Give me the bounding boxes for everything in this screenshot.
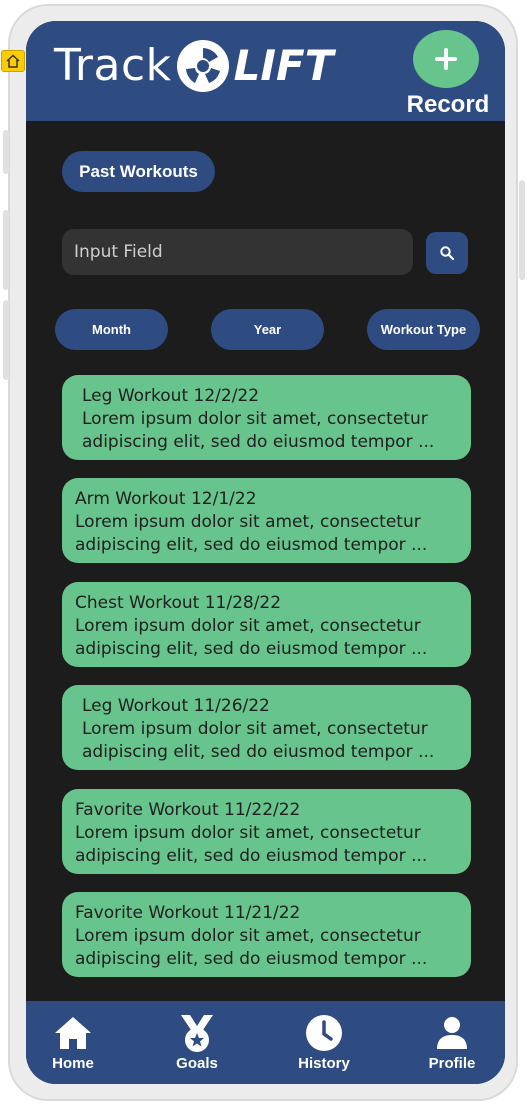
nav-label-history: History xyxy=(298,1055,350,1072)
clock-icon xyxy=(306,1015,342,1051)
workout-summary-line: adipiscing elit, sed do eiusmod tempor .… xyxy=(75,846,428,866)
logo-text-track: Track xyxy=(54,40,172,91)
search-icon xyxy=(440,246,455,261)
nav-label-goals: Goals xyxy=(176,1055,218,1072)
filter-year-button[interactable]: Year xyxy=(211,309,324,350)
workout-card[interactable]: Favorite Workout 11/21/22 Lorem ipsum do… xyxy=(62,892,471,977)
filter-month-button[interactable]: Month xyxy=(55,309,168,350)
logo-text-lift: LIFT xyxy=(233,41,334,90)
nav-item-home[interactable]: Home xyxy=(28,1013,118,1072)
search-input[interactable]: Input Field xyxy=(62,229,413,275)
workout-card[interactable]: Leg Workout 12/2/22 Lorem ipsum dolor si… xyxy=(62,375,471,460)
workout-title: Favorite Workout 11/21/22 xyxy=(75,903,301,923)
past-workouts-chip[interactable]: Past Workouts xyxy=(62,151,215,192)
medal-icon xyxy=(181,1015,213,1052)
bottom-nav: Home Goals History Profile xyxy=(26,1001,505,1084)
record-button[interactable] xyxy=(413,30,479,88)
nav-label-profile: Profile xyxy=(428,1055,476,1072)
workout-card[interactable]: Chest Workout 11/28/22 Lorem ipsum dolor… xyxy=(62,582,471,667)
workout-summary-line: Lorem ipsum dolor sit amet, consectetur xyxy=(75,823,421,843)
workout-summary-line: adipiscing elit, sed do eiusmod tempor .… xyxy=(75,535,428,555)
phone-side-button xyxy=(3,300,9,380)
phone-side-button xyxy=(519,180,525,280)
search-button[interactable] xyxy=(426,232,468,274)
workout-summary-line: Lorem ipsum dolor sit amet, consectetur xyxy=(75,512,421,532)
plus-icon xyxy=(435,48,457,70)
workout-title: Chest Workout 11/28/22 xyxy=(75,593,282,613)
workout-card[interactable]: Arm Workout 12/1/22 Lorem ipsum dolor si… xyxy=(62,478,471,563)
workout-title: Leg Workout 11/26/22 xyxy=(82,696,270,716)
nav-label-home: Home xyxy=(52,1055,94,1072)
workout-summary-line: Lorem ipsum dolor sit amet, consectetur xyxy=(82,719,428,739)
nav-item-profile[interactable]: Profile xyxy=(407,1013,497,1072)
workout-summary-line: adipiscing elit, sed do eiusmod tempor .… xyxy=(82,432,435,452)
filter-workout-type-button[interactable]: Workout Type xyxy=(367,309,480,350)
workout-summary-line: Lorem ipsum dolor sit amet, consectetur xyxy=(75,926,421,946)
workout-summary-line: Lorem ipsum dolor sit amet, consectetur xyxy=(82,409,428,429)
record-label[interactable]: Record xyxy=(398,91,498,119)
phone-side-button xyxy=(3,130,9,174)
nav-item-history[interactable]: History xyxy=(279,1013,369,1072)
app-screen: Track LIFT Record Past Workouts Input Fi… xyxy=(26,21,505,1084)
workout-summary-line: Lorem ipsum dolor sit amet, consectetur xyxy=(75,616,421,636)
user-icon xyxy=(437,1017,467,1049)
workout-title: Leg Workout 12/2/22 xyxy=(82,386,260,406)
workout-card[interactable]: Favorite Workout 11/22/22 Lorem ipsum do… xyxy=(62,789,471,874)
workout-card[interactable]: Leg Workout 11/26/22 Lorem ipsum dolor s… xyxy=(62,685,471,770)
home-icon xyxy=(55,1017,91,1049)
overlay-home-icon[interactable] xyxy=(1,50,25,72)
weight-plate-icon xyxy=(176,40,229,92)
workout-title: Arm Workout 12/1/22 xyxy=(75,489,257,509)
app-logo: Track LIFT xyxy=(54,39,333,93)
workout-summary-line: adipiscing elit, sed do eiusmod tempor .… xyxy=(75,639,428,659)
workout-summary-line: adipiscing elit, sed do eiusmod tempor .… xyxy=(82,742,435,762)
workout-summary-line: adipiscing elit, sed do eiusmod tempor .… xyxy=(75,949,428,969)
nav-item-goals[interactable]: Goals xyxy=(152,1013,242,1072)
phone-side-button xyxy=(3,210,9,290)
workout-title: Favorite Workout 11/22/22 xyxy=(75,800,301,820)
app-header: Track LIFT Record xyxy=(26,21,505,121)
